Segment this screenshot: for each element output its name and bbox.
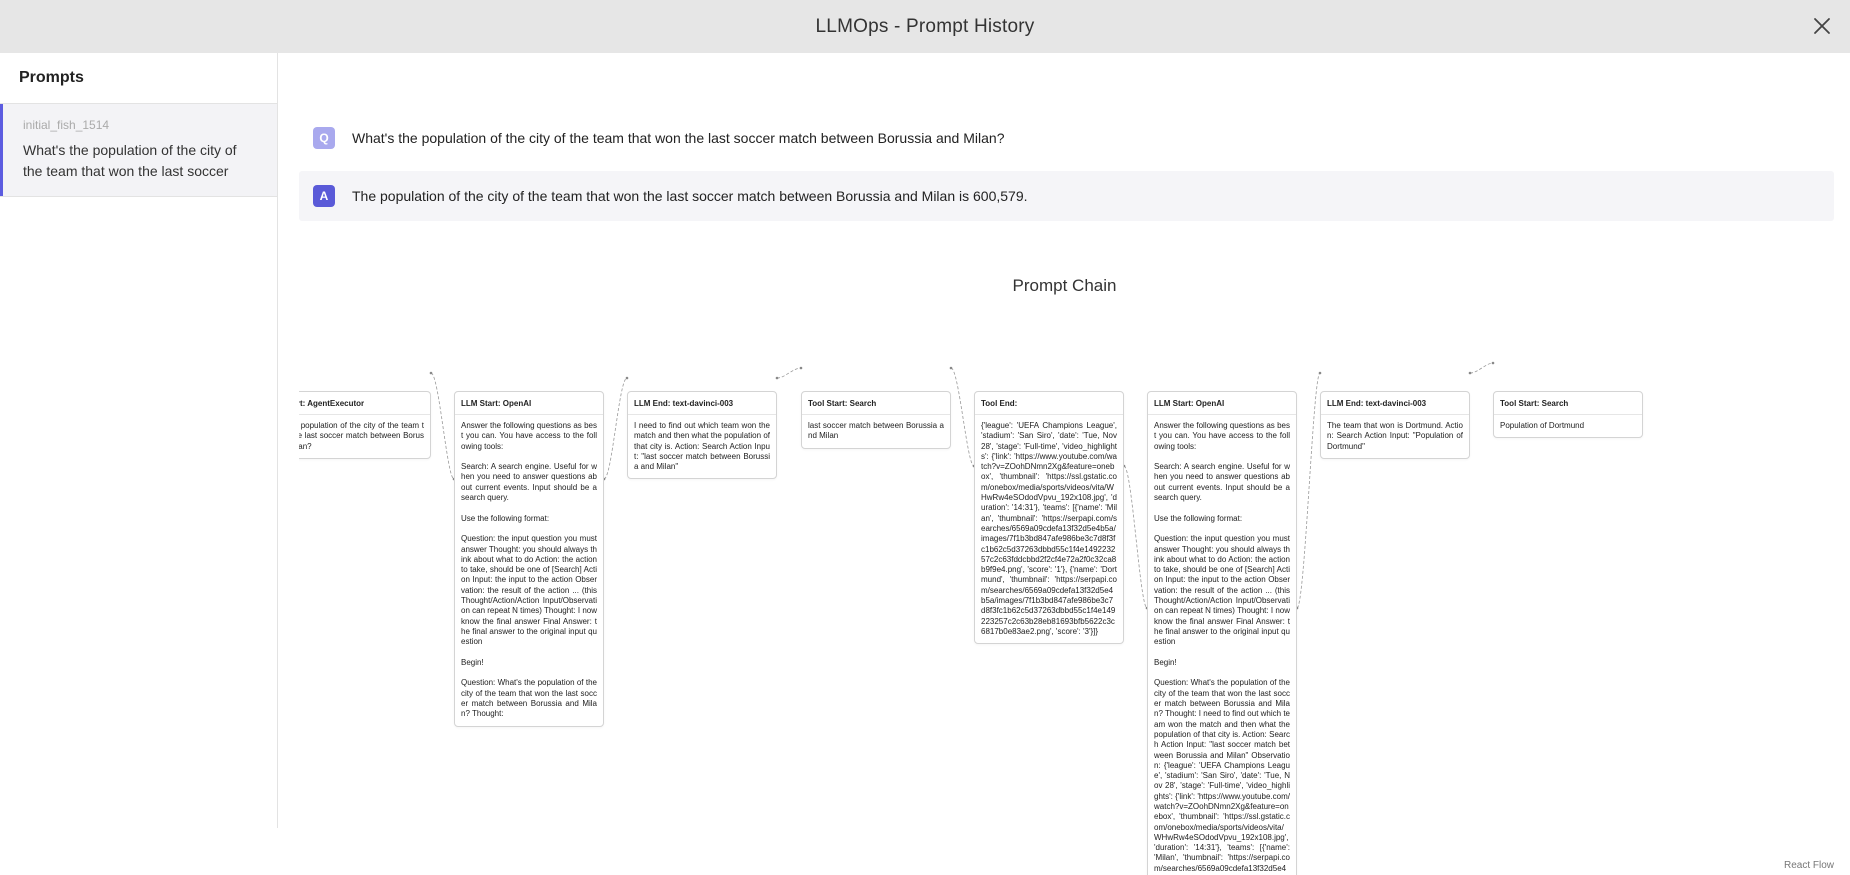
node-title: LLM End: text-davinci-003 <box>1321 392 1469 415</box>
node-body: last soccer match between Borussia and M… <box>808 421 944 441</box>
handle <box>1468 371 1472 375</box>
node-title: LLM Start: OpenAI <box>455 392 603 415</box>
chain-node[interactable]: Chain Start: AgentExecutor What's the po… <box>299 391 431 459</box>
close-button[interactable] <box>1810 14 1834 38</box>
node-body: Population of Dortmund <box>1500 421 1585 430</box>
answer-text: The population of the city of the team t… <box>352 188 1028 204</box>
chain-node[interactable]: Tool End: {'league': 'UEFA Champions Lea… <box>974 391 1124 645</box>
handle <box>429 371 433 375</box>
node-title: Chain Start: AgentExecutor <box>299 392 430 415</box>
window-title: LLMOps - Prompt History <box>815 15 1035 37</box>
answer-badge: A <box>313 185 335 207</box>
prompt-id: initial_fish_1514 <box>23 118 110 132</box>
handle <box>625 376 629 380</box>
question-text: What's the population of the city of the… <box>352 130 1005 146</box>
node-title: LLM End: text-davinci-003 <box>628 392 776 415</box>
node-body: Answer the following questions as best y… <box>461 421 597 719</box>
flow-edge <box>1123 465 1148 609</box>
question-badge: Q <box>313 127 335 149</box>
question-row: Q What's the population of the city of t… <box>299 113 1834 163</box>
node-title: Tool Start: Search <box>802 392 950 415</box>
node-title: LLM Start: OpenAI <box>1148 392 1296 415</box>
node-body: The team that won is Dortmund. Action: S… <box>1327 421 1466 451</box>
chain-node[interactable]: LLM End: text-davinci-003 I need to find… <box>627 391 777 480</box>
flow-edge <box>776 367 802 379</box>
prompt-chain-flow[interactable]: Chain Start: AgentExecutor What's the po… <box>299 333 1834 875</box>
main-panel: Q What's the population of the city of t… <box>279 53 1850 875</box>
prompt-preview: What's the population of the city of the… <box>23 142 237 179</box>
chain-node[interactable]: LLM Start: OpenAI Answer the following q… <box>454 391 604 727</box>
handle <box>775 376 779 380</box>
flow-edge <box>950 367 975 467</box>
flow-edge <box>1296 372 1321 609</box>
chain-node[interactable]: LLM Start: OpenAI Answer the following q… <box>1147 391 1297 875</box>
flow-edge <box>1469 362 1494 374</box>
node-title: Tool End: <box>975 392 1123 415</box>
handle <box>1491 361 1495 365</box>
node-body: What's the population of the city of the… <box>299 421 424 451</box>
handle <box>1318 371 1322 375</box>
close-icon[interactable] <box>1810 14 1834 38</box>
flow-edge <box>603 377 628 480</box>
chain-node[interactable]: Tool Start: Search Population of Dortmun… <box>1493 391 1643 439</box>
chain-node[interactable]: Tool Start: Search last soccer match bet… <box>801 391 951 449</box>
answer-row: A The population of the city of the team… <box>299 171 1834 221</box>
react-flow-attribution[interactable]: React Flow <box>1784 860 1834 871</box>
sidebar-title: Prompts <box>0 53 277 104</box>
node-title: Tool Start: Search <box>1494 392 1642 415</box>
prompt-list-item[interactable]: initial_fish_1514 What's the population … <box>0 104 277 197</box>
chain-node[interactable]: LLM End: text-davinci-003 The team that … <box>1320 391 1470 459</box>
flow-edge <box>430 372 455 480</box>
node-body: Answer the following questions as best y… <box>1154 421 1290 875</box>
node-body: {'league': 'UEFA Champions League', 'sta… <box>981 421 1120 636</box>
title-bar: LLMOps - Prompt History <box>0 0 1850 53</box>
prompt-chain-title: Prompt Chain <box>1012 276 1117 295</box>
node-body: I need to find out which team won the ma… <box>634 421 773 472</box>
handle <box>799 366 803 370</box>
prompts-sidebar: Prompts initial_fish_1514 What's the pop… <box>0 53 278 828</box>
handle <box>949 366 953 370</box>
